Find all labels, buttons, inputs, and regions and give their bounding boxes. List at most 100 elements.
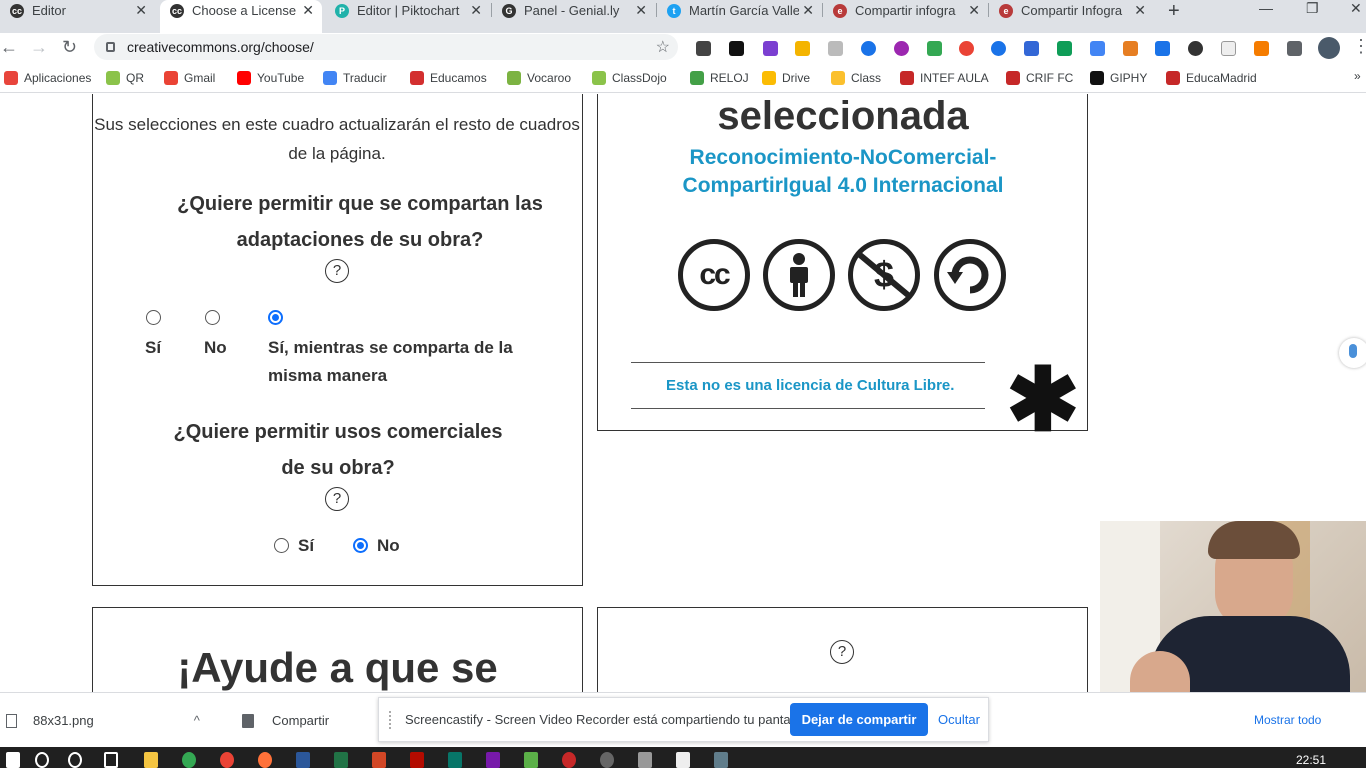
voice-assistant-button[interactable]	[1339, 338, 1366, 368]
adaptations-no-radio[interactable]	[205, 310, 220, 325]
bookmark-classdojo[interactable]: ClassDojo	[592, 71, 667, 85]
puzzle-icon[interactable]	[1287, 41, 1302, 56]
adaptations-sharealike-radio[interactable]	[268, 310, 283, 325]
file-explorer-icon[interactable]	[144, 752, 158, 768]
excel-icon[interactable]	[334, 752, 348, 768]
extension-icon[interactable]	[1123, 41, 1138, 56]
bookmark-giphy[interactable]: GIPHY	[1090, 71, 1147, 85]
bookmark-educamadrid[interactable]: EducaMadrid	[1166, 71, 1257, 85]
close-icon[interactable]: ✕	[470, 2, 482, 19]
app-icon[interactable]	[676, 752, 690, 768]
close-icon[interactable]: ✕	[635, 2, 647, 19]
news-extension-icon[interactable]	[729, 41, 744, 56]
chevron-up-icon[interactable]: ^	[194, 713, 200, 728]
extension-icon[interactable]	[795, 41, 810, 56]
forward-arrow-icon[interactable]: →	[30, 37, 48, 58]
reload-icon[interactable]: ↻	[62, 37, 77, 58]
powerpoint-icon[interactable]	[372, 752, 386, 768]
commercial-no-label[interactable]: No	[377, 532, 400, 560]
hide-button[interactable]: Ocultar	[938, 712, 980, 727]
bookmark-reloj[interactable]: RELOJ	[690, 71, 749, 85]
tab-choose-license[interactable]: cc Choose a License ✕	[160, 0, 322, 33]
onenote-icon[interactable]	[486, 752, 500, 768]
menu-kebab-icon[interactable]: ⋮	[1352, 36, 1366, 57]
adaptations-yes-radio[interactable]	[146, 310, 161, 325]
bookmark-star-icon[interactable]: ☆	[656, 37, 670, 57]
tab-compartir-2[interactable]: e Compartir Infogra ✕	[989, 0, 1154, 21]
address-text[interactable]: creativecommons.org/choose/	[127, 39, 314, 55]
extension-icon[interactable]	[1155, 41, 1170, 56]
show-all-link[interactable]: Mostrar todo	[1254, 713, 1321, 727]
bookmark-aplicaciones[interactable]: Aplicaciones	[4, 71, 91, 85]
acrobat-icon[interactable]	[410, 752, 424, 768]
bookmark-traducir[interactable]: Traducir	[323, 71, 387, 85]
publisher-icon[interactable]	[448, 752, 462, 768]
bookmark-crif-fc[interactable]: CRIF FC	[1006, 71, 1073, 85]
extension-icon[interactable]	[861, 41, 876, 56]
culture-note[interactable]: Esta no es una licencia de Cultura Libre…	[666, 377, 954, 394]
close-icon[interactable]: ✕	[802, 2, 814, 19]
tab-genially[interactable]: G Panel - Genial.ly ✕	[492, 0, 655, 21]
word-icon[interactable]	[296, 752, 310, 768]
bookmark-gmail[interactable]: Gmail	[164, 71, 215, 85]
commercial-yes-label[interactable]: Sí	[298, 532, 314, 560]
adaptations-sharealike-label[interactable]: Sí, mientras se comparta de la misma man…	[268, 334, 548, 390]
adaptations-no-label[interactable]: No	[204, 334, 227, 362]
bookmark-class[interactable]: Class	[831, 71, 881, 85]
bookmark-qr[interactable]: QR	[106, 71, 144, 85]
bookmark-drive[interactable]: Drive	[762, 71, 810, 85]
app-icon[interactable]	[524, 752, 538, 768]
app-icon[interactable]	[638, 752, 652, 768]
cortana-icon[interactable]	[68, 752, 82, 768]
close-icon[interactable]: ✕	[302, 2, 314, 19]
chrome-icon[interactable]	[220, 752, 234, 768]
extension-icon[interactable]	[959, 41, 974, 56]
search-icon[interactable]	[35, 752, 49, 768]
bookmark-intef-aula[interactable]: INTEF AULA	[900, 71, 989, 85]
maximize-button[interactable]: ❐	[1306, 0, 1319, 17]
avatar[interactable]	[1318, 37, 1340, 59]
app-icon[interactable]	[600, 752, 614, 768]
app-icon[interactable]	[714, 752, 728, 768]
drag-handle[interactable]	[389, 711, 393, 729]
help-icon[interactable]: ?	[830, 640, 854, 664]
commercial-no-radio[interactable]	[353, 538, 368, 553]
tab-compartir-1[interactable]: e Compartir infogra ✕	[823, 0, 988, 21]
taskbar-clock[interactable]: 22:51	[1296, 753, 1326, 767]
help-icon[interactable]: ?	[325, 487, 349, 511]
help-icon[interactable]: ?	[325, 259, 349, 283]
bookmark-educamos[interactable]: Educamos	[410, 71, 487, 85]
bookmark-vocaroo[interactable]: Vocaroo	[507, 71, 571, 85]
task-view-icon[interactable]	[104, 752, 118, 768]
address-bar[interactable]: creativecommons.org/choose/ ☆	[94, 34, 678, 60]
bookmark-youtube[interactable]: YouTube	[237, 71, 304, 85]
tab-editor[interactable]: cc Editor ✕	[0, 0, 155, 21]
extension-icon[interactable]	[1024, 41, 1039, 56]
firefox-icon[interactable]	[258, 752, 272, 768]
adaptations-yes-label[interactable]: Sí	[145, 334, 161, 362]
new-tab-button[interactable]: +	[1168, 0, 1180, 23]
pen-extension-icon[interactable]	[763, 41, 778, 56]
app-icon[interactable]	[562, 752, 576, 768]
download-item[interactable]: 88x31.png ^	[6, 713, 200, 728]
close-icon[interactable]: ✕	[1134, 2, 1146, 19]
close-icon[interactable]: ✕	[968, 2, 980, 19]
minimize-button[interactable]: —	[1259, 0, 1273, 16]
back-arrow-icon[interactable]: ←	[0, 37, 18, 58]
extension-icon[interactable]	[927, 41, 942, 56]
share-item[interactable]: Compartir	[242, 713, 329, 728]
extension-icon[interactable]	[1254, 41, 1269, 56]
extension-icon[interactable]	[1221, 41, 1236, 56]
tab-twitter[interactable]: t Martín García Valle ✕	[657, 0, 822, 21]
stop-sharing-button[interactable]: Dejar de compartir	[790, 703, 928, 736]
translate-extension-icon[interactable]	[1090, 41, 1105, 56]
close-icon[interactable]: ✕	[135, 2, 147, 19]
extension-icon[interactable]	[828, 41, 843, 56]
windows-start-icon[interactable]	[6, 752, 20, 768]
tab-piktochart[interactable]: P Editor | Piktochart ✕	[325, 0, 490, 21]
commercial-yes-radio[interactable]	[274, 538, 289, 553]
bookmarks-overflow-icon[interactable]: »	[1354, 69, 1361, 83]
extension-icon[interactable]	[696, 41, 711, 56]
microphone-icon[interactable]	[991, 41, 1006, 56]
drive-extension-icon[interactable]	[1057, 41, 1072, 56]
